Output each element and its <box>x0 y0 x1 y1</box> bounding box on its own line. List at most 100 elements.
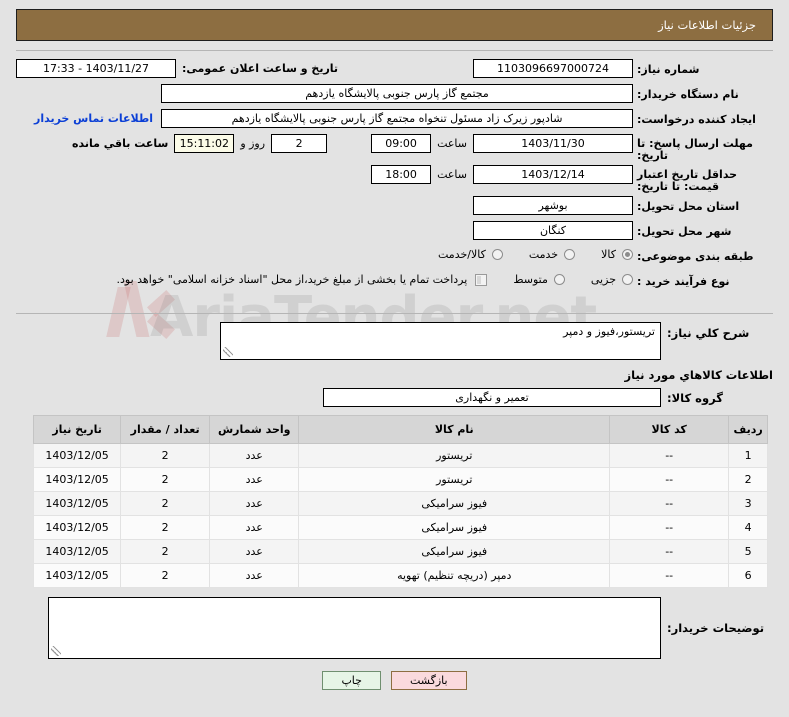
cell-date: 1403/12/05 <box>32 539 122 564</box>
process-option-label: متوسط <box>513 273 548 286</box>
cell-code: -- <box>609 539 730 564</box>
cell-code: -- <box>609 563 730 588</box>
city-value: کنگان <box>473 221 633 240</box>
table-row: 1 -- تریستور عدد 2 1403/12/05 <box>32 443 768 468</box>
cell-qty: 2 <box>120 443 211 468</box>
footer-actions: بازگشت چاپ <box>0 671 789 690</box>
buyer-label: نام دستگاه خریدار: <box>637 88 739 101</box>
cell-qty: 2 <box>120 491 211 516</box>
cell-radif: 3 <box>728 491 768 516</box>
need-description-value[interactable]: تریستور،فیوز و دمپر <box>220 322 661 360</box>
province-label: استان محل تحویل: <box>637 200 740 213</box>
goods-table-wrap: ردیف کد کالا نام کالا واحد شمارش تعداد /… <box>16 407 773 595</box>
classification-option-kala[interactable]: کالا <box>601 248 633 261</box>
row-deadline: مهلت ارسال پاسخ: تا تاریخ: 1403/11/30 سا… <box>16 134 773 162</box>
process-radio-group[interactable]: جزیی متوسط <box>487 271 633 286</box>
classification-label: طبقه بندی موضوعی: <box>637 250 754 263</box>
cell-date: 1403/12/05 <box>32 443 122 468</box>
goods-section-title: اطلاعات کالاهاي مورد نیاز <box>624 368 773 382</box>
process-option-motevaset[interactable]: متوسط <box>513 273 565 286</box>
cell-unit: عدد <box>209 443 300 468</box>
cell-qty: 2 <box>120 467 211 492</box>
remaining-timer-value: 15:11:02 <box>174 134 235 153</box>
province-value: بوشهر <box>473 196 633 215</box>
goods-table: ردیف کد کالا نام کالا واحد شمارش تعداد /… <box>32 415 768 588</box>
deadline-hour-label: ساعت <box>437 137 467 150</box>
need-number-value: 1103096697000724 <box>473 59 633 78</box>
print-button[interactable]: چاپ <box>322 671 381 690</box>
row-goods-group: گروه کالا: تعمیر و نگهداری <box>16 384 773 407</box>
need-number-label: شماره نیاز: <box>637 63 700 76</box>
cell-date: 1403/12/05 <box>32 515 122 540</box>
deadline-time-value: 09:00 <box>371 134 432 153</box>
cell-code: -- <box>609 515 730 540</box>
classification-radio-group[interactable]: کالا خدمت کالا/خدمت <box>412 246 633 261</box>
cell-unit: عدد <box>209 539 300 564</box>
announce-date-label: تاریخ و ساعت اعلان عمومی: <box>182 62 339 75</box>
buyer-notes-label: توضیحات خریدار: <box>667 621 765 635</box>
cell-name: فیوز سرامیکی <box>298 539 611 564</box>
radio-icon[interactable] <box>622 249 633 260</box>
need-description-panel: شرح کلي نیاز: تریستور،فیوز و دمپر اطلاعا… <box>16 313 773 661</box>
col-header-radif: ردیف <box>728 415 768 444</box>
goods-group-value: تعمیر و نگهداری <box>323 388 661 407</box>
process-type-label: نوع فرآیند خرید : <box>637 275 730 288</box>
row-buyer-notes: توضیحات خریدار: <box>16 595 773 659</box>
cell-name: تریستور <box>298 467 611 492</box>
classification-option-label: کالا <box>601 248 616 261</box>
cell-code: -- <box>609 491 730 516</box>
row-city: شهر محل تحویل: کنگان <box>16 221 773 243</box>
creator-label: ایجاد کننده درخواست: <box>637 113 756 126</box>
need-description-label: شرح کلي نیاز: <box>667 326 750 340</box>
cell-unit: عدد <box>209 515 300 540</box>
cell-date: 1403/12/05 <box>32 491 122 516</box>
col-header-code: کد کالا <box>609 415 730 444</box>
col-header-qty: تعداد / مقدار <box>120 415 211 444</box>
classification-option-label: کالا/خدمت <box>438 248 486 261</box>
radio-icon[interactable] <box>622 274 633 285</box>
buyer-contact-link[interactable]: اطلاعات تماس خریدار <box>26 112 161 125</box>
row-buyer: نام دستگاه خریدار: مجتمع گاز پارس جنوبی … <box>16 84 773 106</box>
classification-option-kala-khedmat[interactable]: کالا/خدمت <box>438 248 503 261</box>
radio-icon[interactable] <box>553 274 565 285</box>
table-row: 4 -- فیوز سرامیکی عدد 2 1403/12/05 <box>32 515 768 540</box>
row-process-type: نوع فرآیند خرید : جزیی متوسط پرداخت تمام… <box>16 271 773 293</box>
radio-icon[interactable] <box>491 249 503 260</box>
radio-icon[interactable] <box>564 249 576 260</box>
city-label: شهر محل تحویل: <box>637 225 732 238</box>
remaining-label: ساعت باقي مانده <box>72 137 169 150</box>
process-option-label: جزیی <box>590 273 616 286</box>
cell-name: فیوز سرامیکی <box>298 515 611 540</box>
table-row: 5 -- فیوز سرامیکی عدد 2 1403/12/05 <box>32 539 768 564</box>
page-header: جزئیات اطلاعات نیاز <box>16 9 773 41</box>
back-button[interactable]: بازگشت <box>390 671 467 690</box>
process-option-jozei[interactable]: جزیی <box>591 273 633 286</box>
classification-option-khedmat[interactable]: خدمت <box>528 248 576 261</box>
cell-code: -- <box>609 443 730 468</box>
col-header-date: تاریخ نیاز <box>32 415 122 444</box>
row-creator: ایجاد کننده درخواست: شادپور زیرک زاد مسئ… <box>16 109 773 131</box>
cell-radif: 2 <box>728 467 768 492</box>
row-province: استان محل تحویل: بوشهر <box>16 196 773 218</box>
cell-code: -- <box>609 467 730 492</box>
checkbox-icon[interactable] <box>475 273 488 286</box>
deadline-date-value: 1403/11/30 <box>473 134 633 153</box>
classification-option-label: خدمت <box>528 248 559 261</box>
cell-name: دمپر (دریچه تنظیم) تهویه <box>298 563 611 588</box>
remaining-days-value: 2 <box>271 134 328 153</box>
need-info-panel: شماره نیاز: 1103096697000724 تاریخ و ساع… <box>16 50 773 304</box>
cell-name: تریستور <box>298 443 611 468</box>
row-need-number: شماره نیاز: 1103096697000724 تاریخ و ساع… <box>16 59 773 81</box>
validity-hour-label: ساعت <box>437 168 467 181</box>
creator-value: شادپور زیرک زاد مسئول تنخواه مجتمع گاز پ… <box>161 109 633 128</box>
col-header-name: نام کالا <box>298 415 611 444</box>
cell-radif: 1 <box>728 443 768 468</box>
row-classification: طبقه بندی موضوعی: کالا خدمت کالا/خدمت <box>16 246 773 268</box>
cell-qty: 2 <box>120 539 211 564</box>
buyer-notes-value[interactable] <box>48 597 661 659</box>
table-row: 3 -- فیوز سرامیکی عدد 2 1403/12/05 <box>32 491 768 516</box>
treasury-checkbox-row[interactable]: پرداخت تمام یا بخشی از مبلغ خرید،از محل … <box>117 271 488 286</box>
cell-unit: عدد <box>209 563 300 588</box>
cell-date: 1403/12/05 <box>32 467 122 492</box>
cell-radif: 4 <box>728 515 768 540</box>
